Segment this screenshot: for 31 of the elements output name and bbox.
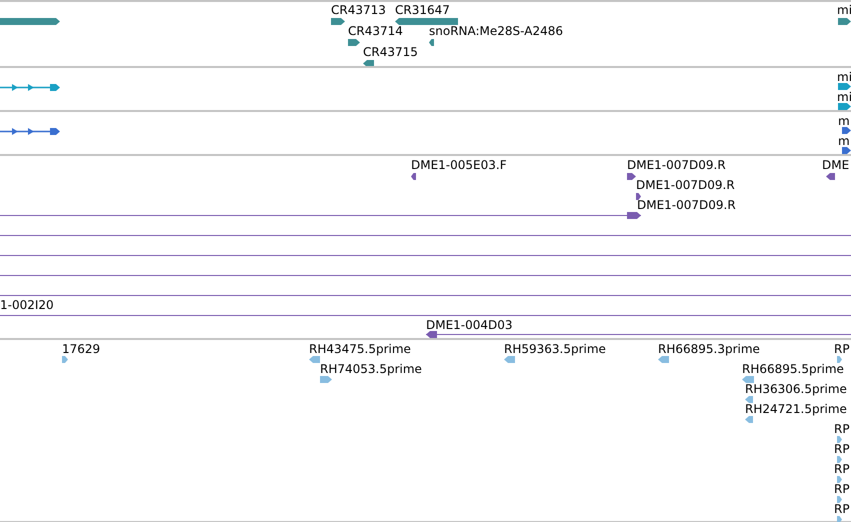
feature-label[interactable]: RP xyxy=(834,422,850,436)
feature-label[interactable]: DME1-004D03 xyxy=(426,318,513,332)
feature-label[interactable]: mi xyxy=(837,90,851,104)
feature-label[interactable]: RH74053.5prime xyxy=(320,362,422,376)
feature-label[interactable]: 17629 xyxy=(62,342,100,356)
feature-label[interactable]: 1-002I20 xyxy=(0,298,54,312)
feature-label[interactable]: CR43714 xyxy=(348,24,403,38)
feature-label[interactable]: RH43475.5prime xyxy=(309,342,411,356)
feature-label[interactable]: snoRNA:Me28S-A2486 xyxy=(429,24,563,38)
feature-label[interactable]: RP xyxy=(834,482,850,496)
feature-label[interactable]: RP xyxy=(834,442,850,456)
feature-label[interactable]: RH59363.5prime xyxy=(504,342,606,356)
feature-label[interactable]: RH66895.5prime xyxy=(742,362,844,376)
feature-label[interactable]: CR43713 xyxy=(331,3,386,17)
feature-label[interactable]: mi xyxy=(837,3,851,17)
feature-label[interactable]: RH66895.3prime xyxy=(658,342,760,356)
feature-label[interactable]: DME xyxy=(822,158,850,172)
feature-label[interactable]: mi xyxy=(837,70,851,84)
feature-label[interactable]: m xyxy=(838,134,850,148)
feature-label[interactable]: DME1-007D09.R xyxy=(627,158,726,172)
feature-label[interactable]: RP xyxy=(834,462,850,476)
feature-label[interactable]: DME1-007D09.R xyxy=(636,178,735,192)
feature-label[interactable]: RH24721.5prime xyxy=(745,402,847,416)
feature-label[interactable]: DME1-005E03.F xyxy=(411,158,507,172)
feature-label[interactable]: RH36306.5prime xyxy=(745,382,847,396)
feature-label[interactable]: DME1-007D09.R xyxy=(637,198,736,212)
feature-label[interactable]: RP xyxy=(834,502,850,516)
feature-label[interactable]: m xyxy=(838,114,850,128)
feature-label[interactable]: CR43715 xyxy=(363,45,418,59)
feature-label[interactable]: CR31647 xyxy=(395,3,450,17)
feature-label[interactable]: RP xyxy=(834,342,850,356)
